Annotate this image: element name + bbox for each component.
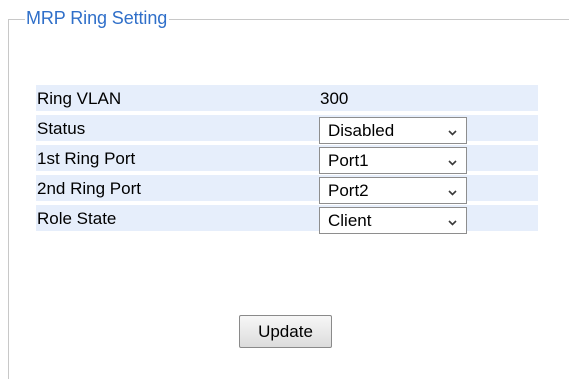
chevron-down-icon [448,190,457,196]
ring-port-1-select-value: Port1 [328,151,369,170]
row-ring-port-1: 1st Ring Port Port1 [36,145,538,174]
status-select-value: Disabled [328,121,395,140]
ring-vlan-value: 300 [320,89,349,108]
row-status: Status Disabled [36,115,538,144]
role-state-label: Role State [37,209,117,228]
row-ring-port-2: 2nd Ring Port Port2 [36,175,538,204]
row-ring-vlan: Ring VLAN 300 [36,85,538,111]
status-label: Status [37,119,86,138]
ring-port-2-select-value: Port2 [328,181,369,200]
status-select[interactable]: Disabled [319,117,467,144]
row-role-state: Role State Client [36,205,538,234]
chevron-down-icon [448,160,457,166]
chevron-down-icon [448,130,457,136]
ring-vlan-label: Ring VLAN [37,89,122,108]
ring-port-1-select[interactable]: Port1 [319,147,467,174]
update-button[interactable]: Update [239,315,332,348]
ring-port-2-label: 2nd Ring Port [37,179,141,198]
panel-title: MRP Ring Setting [25,7,170,29]
chevron-down-icon [448,220,457,226]
role-state-select-value: Client [328,211,372,230]
role-state-select[interactable]: Client [319,207,467,234]
settings-table: Ring VLAN 300 Status Disabled 1st Ring P… [36,85,538,235]
ring-port-2-select[interactable]: Port2 [319,177,467,204]
ring-port-1-label: 1st Ring Port [37,149,136,168]
